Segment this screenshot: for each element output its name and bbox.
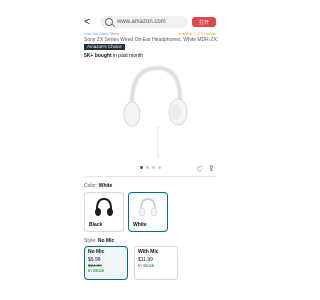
open-app-button[interactable]: 打开 [192, 17, 216, 27]
product-title: Sony ZX Series Wired On-Ear Headphones, … [84, 37, 218, 43]
style-label-row: Style: No Mic [84, 238, 114, 244]
style-option-name: No Mic [88, 249, 105, 255]
color-option-name: White [133, 222, 147, 228]
browser-url-bar: < www.amazon.com 打开 [78, 14, 222, 32]
url-field[interactable]: www.amazon.com [100, 16, 188, 28]
mobile-page: < www.amazon.com 打开 Visit the Sony Store… [78, 0, 222, 300]
style-selected-value: No Mic [97, 238, 115, 244]
divider [84, 176, 216, 177]
style-option-with-mic[interactable]: With Mic $11.99 In Stock [134, 246, 178, 280]
amazons-choice-badge: Amazon's Choice [84, 44, 125, 50]
bought-count-rest: in past month [111, 53, 144, 59]
color-option-white[interactable]: White [128, 192, 168, 232]
back-arrow-icon[interactable]: < [84, 16, 90, 28]
style-option-no-mic[interactable]: No Mic $9.99 $24.99 In Stock [84, 246, 128, 280]
heart-icon[interactable]: ♡ [196, 165, 203, 174]
carousel-dot[interactable] [151, 166, 155, 169]
share-icon[interactable]: ⇪ [208, 164, 215, 173]
style-option-stock: In Stock [138, 263, 155, 268]
color-selected-value: White [98, 183, 113, 189]
carousel-dot[interactable] [145, 166, 149, 169]
image-carousel-dots[interactable] [135, 166, 165, 170]
color-option-black[interactable]: Black [84, 192, 124, 232]
url-text: www.amazon.com [117, 19, 166, 25]
product-image[interactable] [118, 62, 192, 160]
style-option-name: With Mic [138, 249, 159, 255]
search-icon [105, 18, 113, 26]
color-label: Color: [84, 183, 98, 189]
black-headphones-thumbnail [95, 197, 113, 216]
white-headphones-thumbnail [138, 197, 158, 217]
carousel-dot[interactable] [139, 166, 143, 169]
carousel-dot[interactable] [157, 166, 161, 169]
bought-count-bold: 5K+ bought [84, 53, 112, 59]
color-label-row: Color: White [84, 183, 112, 189]
style-label: Style: [84, 238, 97, 244]
style-option-stock: In Stock [88, 268, 105, 273]
bought-count: 5K+ bought in past month [84, 53, 143, 59]
color-option-name: Black [89, 222, 103, 228]
